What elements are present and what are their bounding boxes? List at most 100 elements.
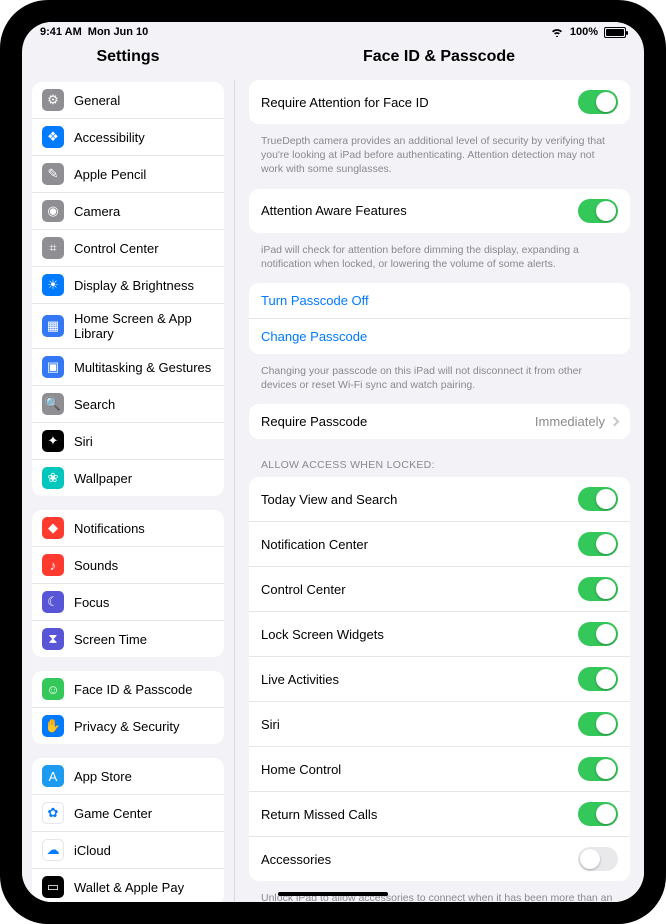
lock-screen-widgets-toggle[interactable] [578,622,618,646]
siri-row[interactable]: Siri [249,701,630,746]
today-view-and-search-row[interactable]: Today View and Search [249,477,630,521]
sidebar-item-app-store[interactable]: A App Store [32,758,224,794]
sidebar-item-siri[interactable]: ✦ Siri [32,422,224,459]
siri-icon: ✦ [42,430,64,452]
sidebar-item-label: Game Center [74,806,214,821]
sidebar-item-label: Control Center [74,241,214,256]
sidebar-item-icloud[interactable]: ☁iCloud [32,831,224,868]
sidebar-item-label: Wallpaper [74,471,214,486]
app-store-icon: A [42,765,64,787]
notifications-icon: ◆ [42,517,64,539]
chevron-right-icon [610,417,620,427]
game-center-icon: ✿ [42,802,64,824]
sidebar-item-label: Camera [74,204,214,219]
sidebar-item-screen-time[interactable]: ⧗ Screen Time [32,620,224,657]
wifi-icon [550,27,564,37]
return-missed-calls-row[interactable]: Return Missed Calls [249,791,630,836]
notification-center-row[interactable]: Notification Center [249,521,630,566]
wallet-apple-pay-icon: ▭ [42,876,64,898]
status-date: Mon Jun 10 [88,26,149,38]
live-activities-toggle[interactable] [578,667,618,691]
change-passcode-button[interactable]: Change Passcode [249,318,630,354]
sidebar-item-label: Apple Pencil [74,167,214,182]
accessories-row[interactable]: Accessories [249,836,630,881]
detail-title: Face ID & Passcode [234,42,644,79]
sidebar-item-label: Home Screen & App Library [74,311,214,341]
sidebar-item-label: Screen Time [74,632,214,647]
control-center-toggle[interactable] [578,577,618,601]
attention-aware-toggle[interactable] [578,199,618,223]
notification-center-toggle[interactable] [578,532,618,556]
change-passcode-footer: Changing your passcode on this iPad will… [249,360,630,404]
sidebar-item-label: General [74,93,214,108]
lock-screen-widgets-row[interactable]: Lock Screen Widgets [249,611,630,656]
siri-label: Siri [261,717,280,732]
require-attention-toggle[interactable] [578,90,618,114]
sidebar-title: Settings [22,42,234,79]
require-passcode-value: Immediately [535,414,605,429]
sidebar-item-camera[interactable]: ◉ Camera [32,192,224,229]
search-icon: 🔍 [42,393,64,415]
control-center-icon: ⌗ [42,237,64,259]
sidebar-item-focus[interactable]: ☾Focus [32,583,224,620]
siri-toggle[interactable] [578,712,618,736]
home-control-row[interactable]: Home Control [249,746,630,791]
sidebar-item-general[interactable]: ⚙General [32,82,224,118]
require-attention-row[interactable]: Require Attention for Face ID [249,80,630,124]
sidebar-item-control-center[interactable]: ⌗ Control Center [32,229,224,266]
sidebar-item-game-center[interactable]: ✿ Game Center [32,794,224,831]
multitasking-gestures-icon: ▣ [42,356,64,378]
detail-pane[interactable]: Require Attention for Face ID TrueDepth … [234,80,644,902]
attention-aware-row[interactable]: Attention Aware Features [249,189,630,233]
sidebar-item-label: Siri [74,434,214,449]
attention-aware-footer: iPad will check for attention before dim… [249,239,630,283]
sidebar-item-display-brightness[interactable]: ☀Display & Brightness [32,266,224,303]
accessories-toggle[interactable] [578,847,618,871]
return-missed-calls-toggle[interactable] [578,802,618,826]
allow-access-header: Allow Access When Locked: [249,445,630,477]
sidebar-item-sounds[interactable]: ♪Sounds [32,546,224,583]
require-passcode-row[interactable]: Require Passcode Immediately [249,404,630,439]
battery-icon [604,27,626,38]
sidebar-item-face-id-passcode[interactable]: ☺Face ID & Passcode [32,671,224,707]
status-bar: 9:41 AM Mon Jun 10 100% [22,22,644,42]
require-attention-footer: TrueDepth camera provides an additional … [249,130,630,189]
home-control-toggle[interactable] [578,757,618,781]
sidebar-item-label: Sounds [74,558,214,573]
accessories-label: Accessories [261,852,331,867]
sidebar-item-search[interactable]: 🔍 Search [32,385,224,422]
control-center-row[interactable]: Control Center [249,566,630,611]
apple-pencil-icon: ✎ [42,163,64,185]
sidebar-item-multitasking-gestures[interactable]: ▣Multitasking & Gestures [32,348,224,385]
live-activities-label: Live Activities [261,672,339,687]
turn-passcode-off-label: Turn Passcode Off [261,293,369,308]
sidebar-item-home-screen-app-library[interactable]: ▦ Home Screen & App Library [32,303,224,348]
camera-icon: ◉ [42,200,64,222]
face-id-passcode-icon: ☺ [42,678,64,700]
change-passcode-label: Change Passcode [261,329,367,344]
turn-passcode-off-button[interactable]: Turn Passcode Off [249,283,630,318]
return-missed-calls-label: Return Missed Calls [261,807,377,822]
control-center-label: Control Center [261,582,346,597]
sidebar-item-privacy-security[interactable]: ✋Privacy & Security [32,707,224,744]
notification-center-label: Notification Center [261,537,368,552]
home-screen-app-library-icon: ▦ [42,315,64,337]
display-brightness-icon: ☀ [42,274,64,296]
sidebar-item-wallet-apple-pay[interactable]: ▭Wallet & Apple Pay [32,868,224,902]
sidebar-item-notifications[interactable]: ◆ Notifications [32,510,224,546]
sidebar-item-label: App Store [74,769,214,784]
battery-percent: 100% [570,26,598,38]
sidebar-item-apple-pencil[interactable]: ✎ Apple Pencil [32,155,224,192]
sidebar-item-label: Search [74,397,214,412]
live-activities-row[interactable]: Live Activities [249,656,630,701]
home-control-label: Home Control [261,762,341,777]
home-indicator [278,892,388,896]
settings-sidebar[interactable]: ⚙General❖Accessibility ✎ Apple Pencil ◉ Came… [22,80,234,902]
today-view-and-search-toggle[interactable] [578,487,618,511]
screen-time-icon: ⧗ [42,628,64,650]
today-view-and-search-label: Today View and Search [261,492,397,507]
sidebar-item-wallpaper[interactable]: ❀ Wallpaper [32,459,224,496]
sidebar-item-accessibility[interactable]: ❖Accessibility [32,118,224,155]
sidebar-item-label: Notifications [74,521,214,536]
wallpaper-icon: ❀ [42,467,64,489]
